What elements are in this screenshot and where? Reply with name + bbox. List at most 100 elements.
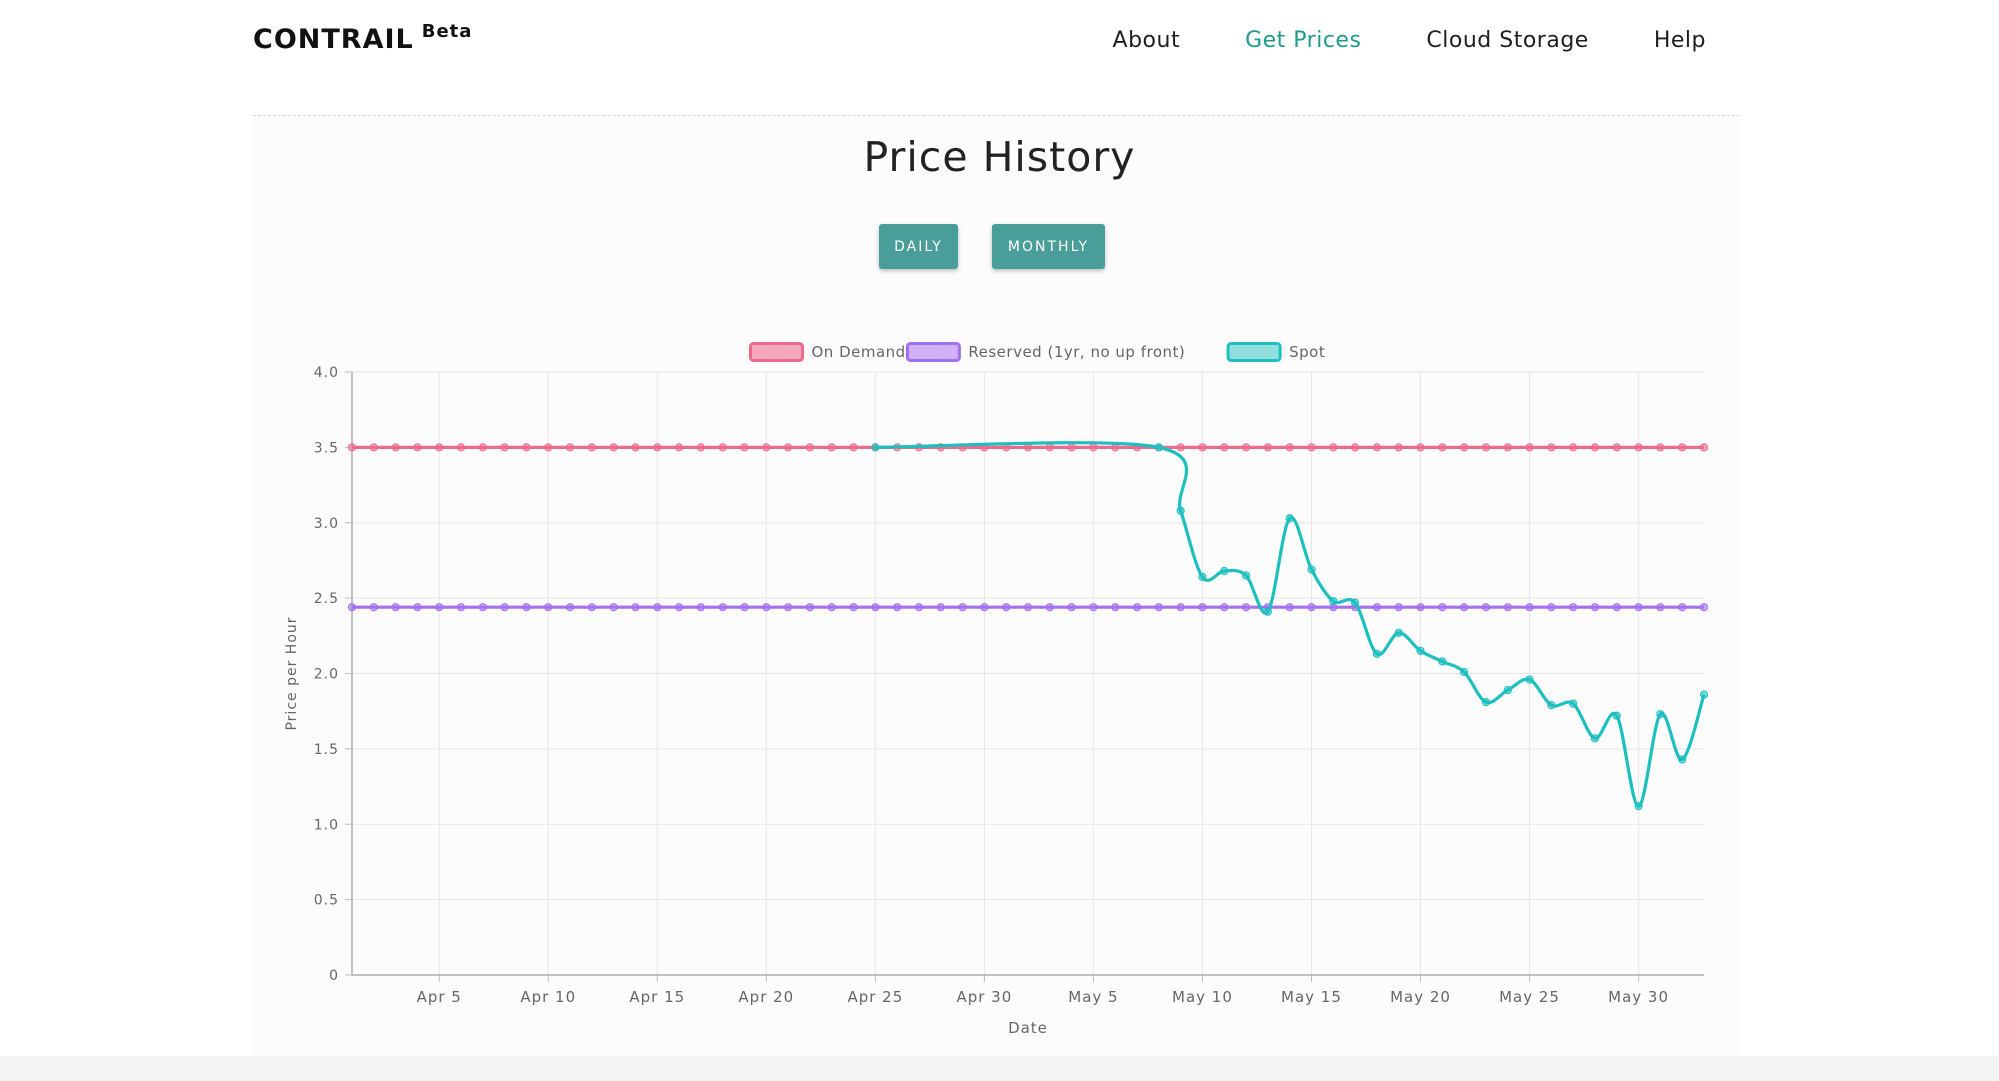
on-demand-point xyxy=(500,443,509,452)
reserved-point xyxy=(1678,603,1687,612)
on-demand-point xyxy=(631,443,640,452)
reserved-point xyxy=(1525,603,1534,612)
x-tick-label: May 25 xyxy=(1499,988,1560,1006)
x-tick-label: Apr 10 xyxy=(520,988,576,1006)
reserved-point xyxy=(587,603,596,612)
on-demand-point xyxy=(1525,443,1534,452)
spot-point xyxy=(1547,701,1556,710)
reserved-point xyxy=(980,603,989,612)
reserved-point xyxy=(784,603,793,612)
spot-point xyxy=(1481,698,1491,707)
reserved-point xyxy=(762,603,771,612)
on-demand-point xyxy=(1045,443,1054,452)
y-axis-label: Price per Hour xyxy=(284,616,300,730)
reserved-point xyxy=(1372,603,1382,612)
reserved-point xyxy=(1394,603,1403,612)
x-tick-label: May 10 xyxy=(1172,988,1233,1006)
on-demand-point xyxy=(762,443,771,452)
on-demand-point xyxy=(391,443,400,452)
y-tick-label: 0.5 xyxy=(314,893,339,909)
spot-point xyxy=(871,443,880,452)
on-demand-point xyxy=(740,443,749,452)
spot-point xyxy=(1372,649,1382,659)
x-tick-label: May 30 xyxy=(1608,988,1669,1006)
reserved-point xyxy=(696,603,706,612)
y-tick-label: 2.5 xyxy=(314,591,339,607)
reserved-point xyxy=(1503,603,1512,612)
on-demand-point xyxy=(805,443,815,452)
reserved-point xyxy=(740,603,749,612)
reserved-point xyxy=(1547,603,1556,612)
reserved-point xyxy=(653,603,662,612)
x-tick-label: May 20 xyxy=(1390,988,1451,1006)
spot-point xyxy=(1699,690,1709,699)
spot-point xyxy=(1503,685,1512,695)
spot-point xyxy=(1438,657,1447,666)
on-demand-point xyxy=(609,443,618,452)
on-demand-point xyxy=(1307,443,1316,452)
spot-point xyxy=(1569,699,1578,708)
reserved-point xyxy=(369,603,378,612)
x-tick-label: May 15 xyxy=(1281,988,1342,1006)
reserved-point xyxy=(456,603,466,612)
on-demand-point xyxy=(347,443,357,452)
on-demand-point xyxy=(1547,443,1556,452)
on-demand-point xyxy=(653,443,662,452)
spot-point xyxy=(1329,597,1338,606)
spot-point xyxy=(1263,607,1272,616)
reserved-point xyxy=(435,603,444,612)
on-demand-point xyxy=(1460,443,1469,452)
y-tick-label: 1.0 xyxy=(314,817,339,833)
on-demand-point xyxy=(1263,443,1272,452)
spot-point xyxy=(1525,675,1534,684)
x-tick-label: May 5 xyxy=(1068,988,1118,1006)
reserved-point xyxy=(1656,603,1665,612)
reserved-point xyxy=(1023,603,1033,612)
on-demand-point xyxy=(1329,443,1338,452)
reserved-legend-swatch xyxy=(905,342,961,362)
reserved-point xyxy=(391,603,400,612)
reserved-point xyxy=(500,603,509,612)
y-axis-ticks: 4.0 3.5 3.0 2.5 2.0 1.5 1.0 0.5 0 xyxy=(314,365,352,984)
spot-point xyxy=(1350,598,1360,607)
reserved-point xyxy=(1198,603,1207,612)
reserved-point xyxy=(1002,603,1011,612)
x-tick-label: Apr 30 xyxy=(956,988,1012,1006)
on-demand-point xyxy=(522,443,531,452)
on-demand-point xyxy=(1198,443,1207,452)
y-tick-label: 4.0 xyxy=(314,365,339,381)
reserved-point xyxy=(1569,603,1578,612)
on-demand-point xyxy=(1220,443,1229,452)
on-demand-legend-swatch xyxy=(749,342,804,362)
on-demand-point xyxy=(1699,443,1709,452)
reserved-point xyxy=(1590,603,1600,612)
on-demand-point xyxy=(674,443,684,452)
on-demand-point xyxy=(1481,443,1491,452)
on-demand-point xyxy=(587,443,596,452)
y-tick-label: 2.0 xyxy=(314,667,339,683)
spot-point xyxy=(1678,755,1687,764)
price-history-chart: 4.03.53.02.52.01.51.00.50 Apr 5 Apr 10 Apr… xyxy=(284,342,1709,1037)
chart-legend: On Demand Reserved (1yr, no up front) Spot xyxy=(749,342,1325,362)
reserved-point xyxy=(958,603,967,612)
reserved-point xyxy=(347,603,357,612)
on-demand-point xyxy=(1656,443,1665,452)
reserved-point xyxy=(805,603,815,612)
spot-point xyxy=(1612,711,1621,720)
y-tick-label: 1.5 xyxy=(314,742,339,758)
reserved-point xyxy=(1111,603,1120,612)
spot-point xyxy=(1460,667,1469,677)
reserved-point xyxy=(1481,603,1491,612)
on-demand-point xyxy=(1503,443,1512,452)
on-demand-point xyxy=(565,443,575,452)
chart-series xyxy=(347,441,1709,811)
reserved-point xyxy=(1132,603,1142,612)
reserved-point xyxy=(522,603,531,612)
x-tick-label: Apr 5 xyxy=(417,988,462,1006)
reserved-point xyxy=(827,603,836,612)
reserved-point xyxy=(871,603,880,612)
spot-point xyxy=(1198,572,1207,582)
page-footer-strip xyxy=(0,1056,1999,1081)
on-demand-point xyxy=(1678,443,1687,452)
on-demand-point xyxy=(1176,443,1185,452)
